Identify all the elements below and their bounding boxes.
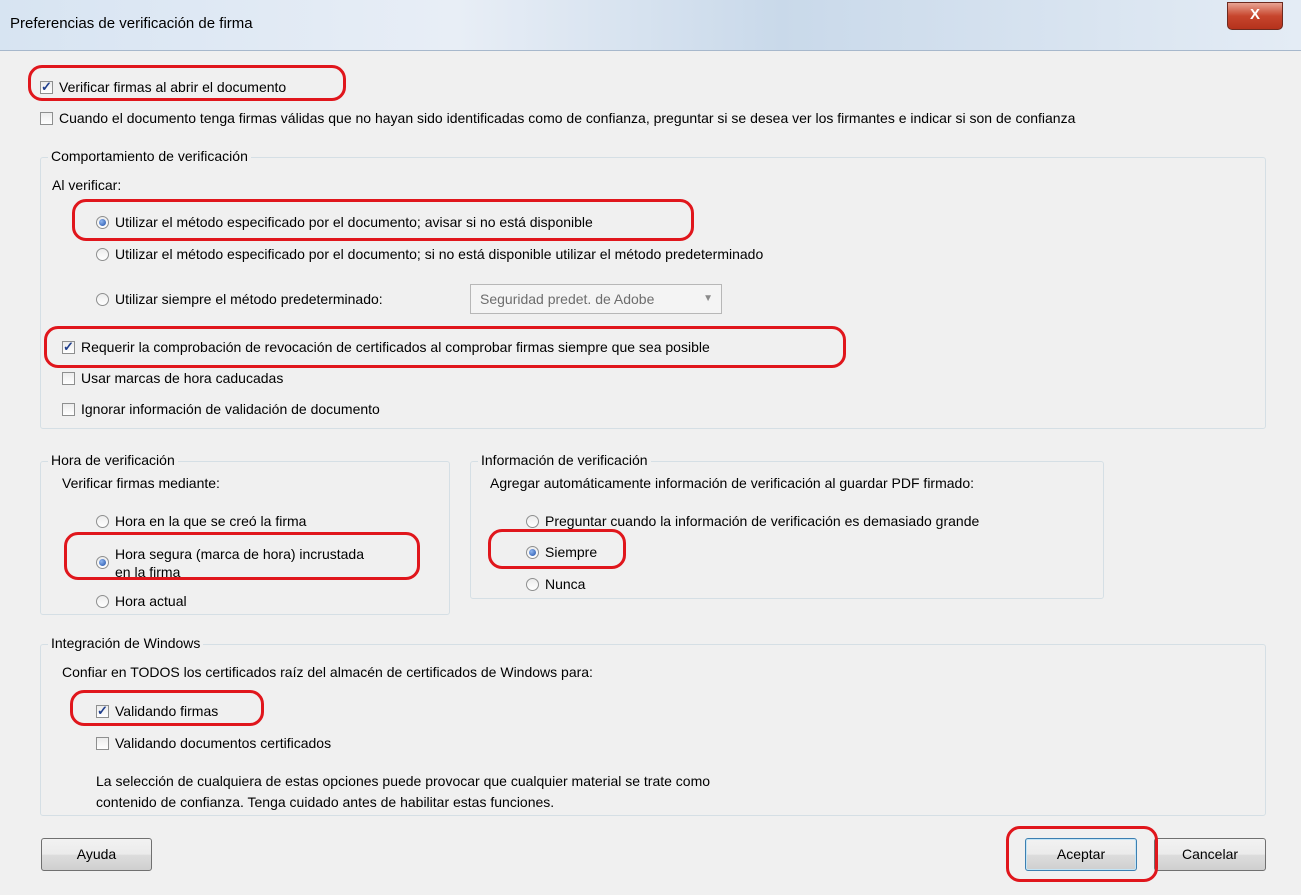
info-option-never[interactable]: Nunca — [526, 575, 585, 593]
info-option-always-label: Siempre — [545, 544, 598, 560]
time-radio-current[interactable] — [96, 595, 109, 608]
default-method-value: Seguridad predet. de Adobe — [480, 291, 655, 307]
expired-timestamps-checkbox[interactable] — [62, 372, 75, 385]
info-option-ask-label: Preguntar cuando la información de verif… — [545, 513, 980, 529]
validating-signatures-label: Validando firmas — [115, 703, 219, 719]
ignore-validation-option[interactable]: Ignorar información de validación de doc… — [62, 400, 380, 418]
validating-certified-option[interactable]: Validando documentos certificados — [96, 734, 331, 752]
time-radio-secure[interactable] — [96, 556, 109, 569]
method-option-1-label: Utilizar el método especificado por el d… — [115, 214, 593, 230]
require-revocation-label: Requerir la comprobación de revocación d… — [81, 339, 710, 355]
verify-on-open-checkbox[interactable] — [40, 78, 53, 96]
validating-signatures-option[interactable]: Validando firmas — [96, 702, 218, 720]
when-verifying-label: Al verificar: — [52, 177, 122, 193]
verification-time-sub: Verificar firmas mediante: — [62, 475, 220, 491]
ignore-validation-checkbox[interactable] — [62, 403, 75, 416]
windows-integration-legend: Integración de Windows — [48, 635, 204, 651]
validating-certified-label: Validando documentos certificados — [115, 735, 332, 751]
method-radio-1[interactable] — [96, 216, 109, 229]
ask-signers-option[interactable]: Cuando el documento tenga firmas válidas… — [40, 109, 1075, 127]
info-option-ask[interactable]: Preguntar cuando la información de verif… — [526, 512, 979, 530]
chevron-down-icon: ▼ — [703, 293, 713, 304]
validating-certified-checkbox[interactable] — [96, 737, 109, 750]
ask-signers-label: Cuando el documento tenga firmas válidas… — [59, 110, 1076, 126]
expired-timestamps-option[interactable]: Usar marcas de hora caducadas — [62, 369, 283, 387]
method-option-2[interactable]: Utilizar el método especificado por el d… — [96, 245, 763, 263]
ignore-validation-label: Ignorar información de validación de doc… — [81, 401, 380, 417]
require-revocation-option[interactable]: Requerir la comprobación de revocación d… — [62, 338, 710, 356]
windows-integration-sub: Confiar en TODOS los certificados raíz d… — [62, 664, 593, 680]
method-radio-2[interactable] — [96, 248, 109, 261]
time-option-current-label: Hora actual — [115, 593, 187, 609]
info-radio-ask[interactable] — [526, 515, 539, 528]
close-button[interactable]: X — [1227, 2, 1283, 30]
method-option-3[interactable]: Utilizar siempre el método predeterminad… — [96, 290, 383, 308]
method-option-3-label: Utilizar siempre el método predeterminad… — [115, 291, 383, 307]
info-option-never-label: Nunca — [545, 576, 586, 592]
info-radio-never[interactable] — [526, 578, 539, 591]
help-button[interactable]: Ayuda — [41, 838, 152, 871]
verify-on-open-label: Verificar firmas al abrir el documento — [59, 79, 287, 95]
cancel-button[interactable]: Cancelar — [1154, 838, 1266, 871]
time-option-created-label: Hora en la que se creó la firma — [115, 513, 307, 529]
title-bar: Preferencias de verificación de firma X — [0, 0, 1301, 51]
method-option-1[interactable]: Utilizar el método especificado por el d… — [96, 213, 593, 231]
verify-on-open-option[interactable]: Verificar firmas al abrir el documento — [40, 78, 286, 96]
expired-timestamps-label: Usar marcas de hora caducadas — [81, 370, 284, 386]
time-option-secure-line1: Hora segura (marca de hora) incrustada — [115, 546, 365, 562]
info-radio-always[interactable] — [526, 546, 539, 559]
verification-info-sub: Agregar automáticamente información de v… — [490, 475, 975, 491]
warning-note-line1: La selección de cualquiera de estas opci… — [96, 773, 711, 789]
verification-time-legend: Hora de verificación — [48, 452, 178, 468]
ok-button[interactable]: Aceptar — [1025, 838, 1137, 871]
window-title: Preferencias de verificación de firma — [10, 15, 253, 32]
ask-signers-checkbox[interactable] — [40, 112, 53, 125]
time-option-secure[interactable]: Hora segura (marca de hora) incrustada en… — [96, 545, 364, 581]
method-option-2-label: Utilizar el método especificado por el d… — [115, 246, 764, 262]
behavior-legend: Comportamiento de verificación — [48, 148, 251, 164]
require-revocation-checkbox[interactable] — [62, 338, 75, 356]
default-method-select[interactable]: Seguridad predet. de Adobe ▼ — [470, 284, 722, 314]
time-radio-created[interactable] — [96, 515, 109, 528]
time-option-created[interactable]: Hora en la que se creó la firma — [96, 512, 306, 530]
validating-signatures-checkbox[interactable] — [96, 702, 109, 720]
close-icon: X — [1249, 6, 1260, 23]
method-radio-3[interactable] — [96, 293, 109, 306]
info-option-always[interactable]: Siempre — [526, 543, 597, 561]
time-option-secure-label: Hora segura (marca de hora) incrustada en… — [115, 545, 364, 581]
warning-note-line2: contenido de confianza. Tenga cuidado an… — [96, 794, 555, 810]
time-option-secure-line2: en la firma — [115, 564, 181, 580]
verification-info-legend: Información de verificación — [478, 452, 651, 468]
time-option-current[interactable]: Hora actual — [96, 592, 187, 610]
warning-note: La selección de cualquiera de estas opci… — [96, 771, 710, 813]
